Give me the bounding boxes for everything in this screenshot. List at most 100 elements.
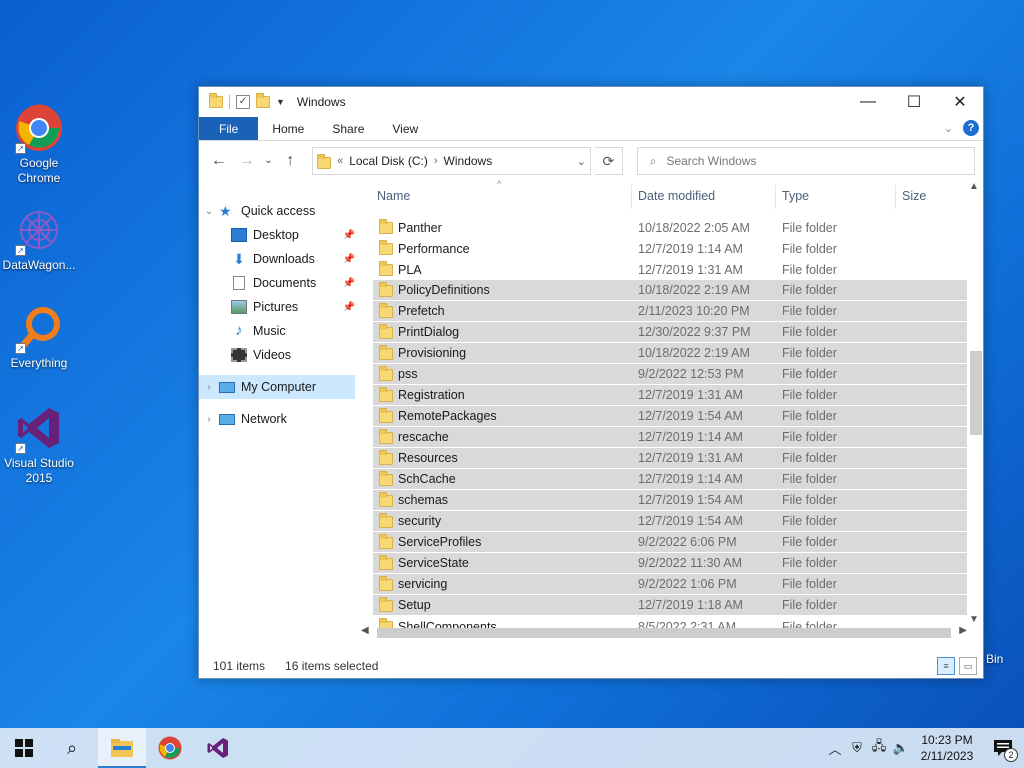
network-icon xyxy=(219,413,235,425)
properties-icon[interactable]: ✓ xyxy=(236,95,250,109)
collapse-chevron-icon[interactable]: ⌄ xyxy=(199,206,219,217)
expand-ribbon-icon[interactable]: ⌄ xyxy=(944,122,953,135)
show-hidden-icons-chevron-icon[interactable]: ︿ xyxy=(824,739,846,758)
column-divider[interactable] xyxy=(631,185,632,209)
taskbar-chrome[interactable] xyxy=(146,728,194,768)
breadcrumb-local-disk[interactable]: Local Disk (C:) xyxy=(349,154,428,168)
column-name[interactable]: Name xyxy=(377,189,410,203)
divider xyxy=(229,95,230,109)
tab-home[interactable]: Home xyxy=(258,117,318,140)
help-icon[interactable]: ? xyxy=(963,120,979,136)
maximize-button[interactable]: ☐ xyxy=(891,87,937,117)
close-button[interactable]: ✕ xyxy=(937,87,983,117)
address-overflow[interactable]: « xyxy=(337,155,343,167)
table-row[interactable]: ServiceState 9/2/2022 11:30 AM File folder xyxy=(373,553,967,574)
taskbar-file-explorer[interactable] xyxy=(98,728,146,768)
horizontal-scrollbar[interactable]: ◀ ▶ xyxy=(361,625,967,641)
forward-button[interactable]: → xyxy=(235,149,259,173)
table-row[interactable]: PrintDialog 12/30/2022 9:37 PM File folder xyxy=(373,322,967,343)
folder-icon xyxy=(379,555,393,570)
new-folder-icon[interactable] xyxy=(256,93,270,108)
address-dropdown-icon[interactable]: ⌄ xyxy=(577,155,586,168)
sidebar-item-downloads[interactable]: ⬇ Downloads 📌 xyxy=(199,247,359,271)
desktop-icon-datawagon[interactable]: ↗ DataWagon... xyxy=(1,206,77,273)
search-input[interactable]: ⌕ Search Windows xyxy=(636,147,976,175)
scroll-left-arrow-icon[interactable]: ◀ xyxy=(361,625,369,636)
back-button[interactable]: ← xyxy=(207,149,231,173)
expand-chevron-icon[interactable]: › xyxy=(199,382,219,393)
customize-qat-icon[interactable]: ▼ xyxy=(276,97,285,107)
vertical-scrollbar[interactable]: ▲ ▼ xyxy=(967,181,983,641)
everything-icon: ↗ xyxy=(15,304,63,354)
table-row[interactable]: Panther 10/18/2022 2:05 AM File folder xyxy=(373,217,967,238)
sidebar-item-network[interactable]: › Network xyxy=(199,407,359,431)
file-list: ^ Name Date modified Type Size Panther 10… xyxy=(361,179,983,641)
minimize-button[interactable]: — xyxy=(845,87,891,117)
table-row[interactable]: ServiceProfiles 9/2/2022 6:06 PM File fold… xyxy=(373,532,967,553)
table-row[interactable]: pss 9/2/2022 12:53 PM File folder xyxy=(373,364,967,385)
tab-view[interactable]: View xyxy=(378,117,432,140)
table-row[interactable]: PolicyDefinitions 10/18/2022 2:19 AM File … xyxy=(373,280,967,301)
scroll-up-arrow-icon[interactable]: ▲ xyxy=(969,181,979,192)
sidebar-item-videos[interactable]: Videos xyxy=(199,343,359,367)
column-divider[interactable] xyxy=(895,185,896,209)
desktop-icon-chrome[interactable]: ↗ Google Chrome xyxy=(1,104,77,186)
table-row[interactable]: RemotePackages 12/7/2019 1:54 AM File fold… xyxy=(373,406,967,427)
sidebar-item-pictures[interactable]: Pictures 📌 xyxy=(199,295,359,319)
recent-locations-icon[interactable]: ⌄ xyxy=(262,149,274,173)
breadcrumb-windows[interactable]: Windows xyxy=(444,154,493,168)
desktop-icon-visual-studio[interactable]: ↗ Visual Studio 2015 xyxy=(1,404,77,486)
visual-studio-icon: ↗ xyxy=(15,404,63,454)
column-type[interactable]: Type xyxy=(782,189,809,203)
tab-file[interactable]: File xyxy=(199,117,259,140)
tab-share[interactable]: Share xyxy=(318,117,378,140)
table-row[interactable]: Prefetch 2/11/2023 10:20 PM File folder xyxy=(373,301,967,322)
volume-icon[interactable]: 🔈 xyxy=(890,740,912,756)
scroll-down-arrow-icon[interactable]: ▼ xyxy=(969,614,979,625)
up-button[interactable]: ↑ xyxy=(278,149,302,173)
scroll-thumb[interactable] xyxy=(377,628,951,638)
column-size[interactable]: Size xyxy=(902,189,926,203)
sidebar-item-documents[interactable]: Documents 📌 xyxy=(199,271,359,295)
table-row[interactable]: Provisioning 10/18/2022 2:19 AM File folde… xyxy=(373,343,967,364)
table-row[interactable]: Resources 12/7/2019 1:31 AM File folder xyxy=(373,448,967,469)
action-center-button[interactable]: 2 xyxy=(982,728,1024,768)
desktop-icon-everything[interactable]: ↗ Everything xyxy=(1,304,77,371)
refresh-button[interactable]: ⟳ xyxy=(595,147,623,175)
file-type: File folder xyxy=(782,325,837,339)
start-button[interactable] xyxy=(0,728,48,768)
title-bar[interactable]: ✓ ▼ Windows — ☐ ✕ xyxy=(199,87,983,117)
column-date-modified[interactable]: Date modified xyxy=(638,189,715,203)
scroll-thumb[interactable] xyxy=(970,351,982,435)
desktop-icon-label: DataWagon... xyxy=(2,258,76,272)
details-view-icon[interactable]: ≡ xyxy=(937,657,955,675)
table-row[interactable]: Performance 12/7/2019 1:14 AM File folder xyxy=(373,238,967,259)
search-button[interactable]: ⌕ xyxy=(48,728,96,768)
table-row[interactable]: SchCache 12/7/2019 1:14 AM File folder xyxy=(373,469,967,490)
table-row[interactable]: PLA 12/7/2019 1:31 AM File folder xyxy=(373,259,967,280)
taskbar-visual-studio[interactable] xyxy=(194,728,242,768)
recycle-bin-label[interactable]: Bin xyxy=(986,652,1003,666)
clock[interactable]: 10:23 PM 2/11/2023 xyxy=(912,732,982,764)
security-shield-icon[interactable]: ⛨ xyxy=(846,740,868,756)
desktop-icon xyxy=(231,228,247,242)
sidebar-item-desktop[interactable]: Desktop 📌 xyxy=(199,223,359,247)
table-row[interactable]: rescache 12/7/2019 1:14 AM File folder xyxy=(373,427,967,448)
expand-chevron-icon[interactable]: › xyxy=(199,414,219,425)
table-row[interactable]: Setup 12/7/2019 1:18 AM File folder xyxy=(373,595,967,616)
sidebar-item-music[interactable]: ♪ Music xyxy=(199,319,359,343)
large-icons-view-icon[interactable]: ▭ xyxy=(959,657,977,675)
scroll-right-arrow-icon[interactable]: ▶ xyxy=(959,625,967,636)
sidebar-item-quick-access[interactable]: ⌄ ★ Quick access xyxy=(199,199,359,223)
table-row[interactable]: schemas 12/7/2019 1:54 AM File folder xyxy=(373,490,967,511)
network-icon[interactable]: 🖧 xyxy=(868,737,890,759)
table-row[interactable]: servicing 9/2/2022 1:06 PM File folder xyxy=(373,574,967,595)
table-row[interactable]: Registration 12/7/2019 1:31 AM File folder xyxy=(373,385,967,406)
file-type: File folder xyxy=(782,535,837,549)
sidebar-item-my-computer[interactable]: › My Computer xyxy=(199,375,355,399)
folder-icon xyxy=(379,219,393,234)
column-divider[interactable] xyxy=(775,185,776,209)
sidebar-item-label: Quick access xyxy=(241,204,316,218)
address-bar[interactable]: « Local Disk (C:) › Windows ⌄ xyxy=(312,147,591,175)
table-row[interactable]: security 12/7/2019 1:54 AM File folder xyxy=(373,511,967,532)
